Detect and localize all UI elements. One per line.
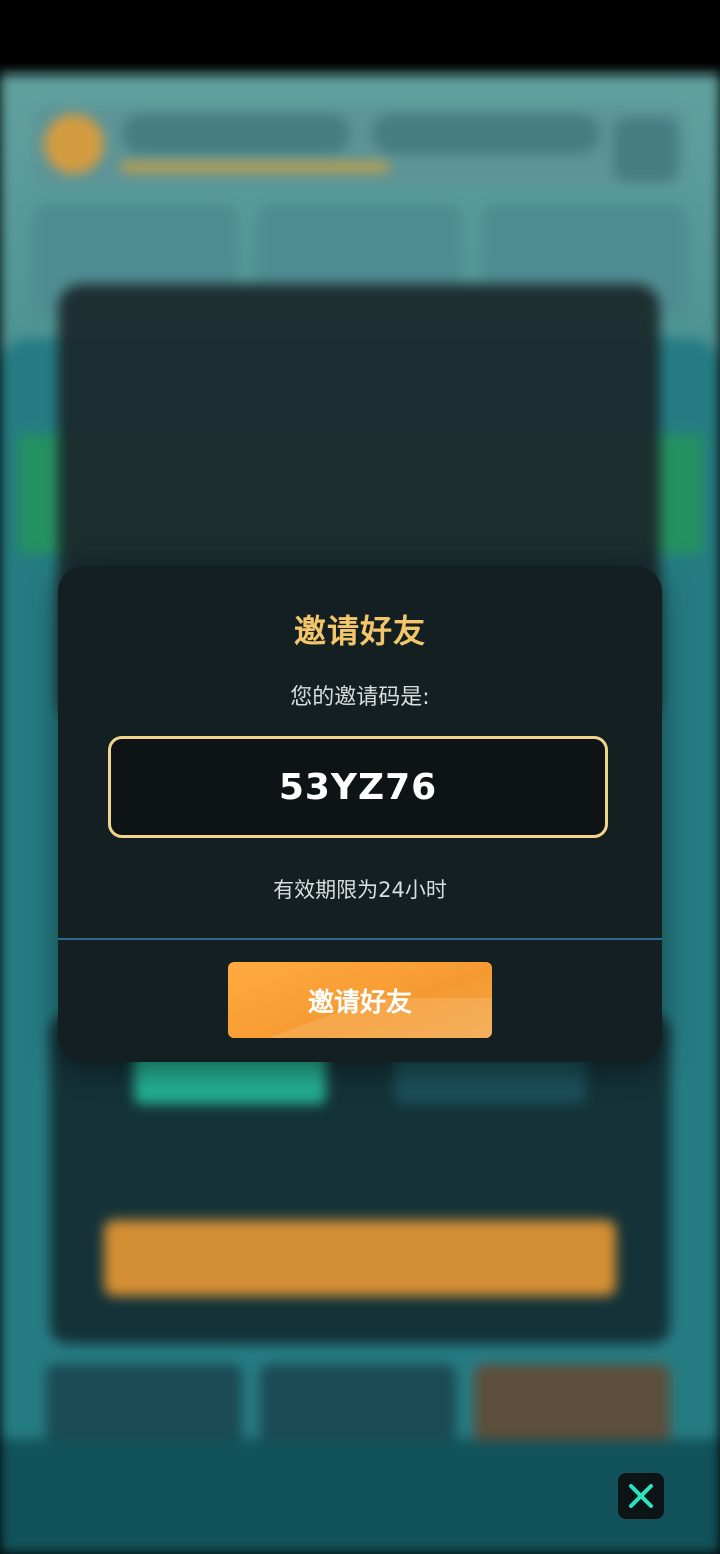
close-x-icon [629,1484,653,1508]
invite-code-label: 您的邀请码是: [290,685,430,710]
dialog-title: 邀请好友 [293,612,426,650]
invite-dialog: 邀请好友 您的邀请码是: 53YZ76 有效期限为24小时 邀请好友 [58,566,662,1062]
invite-code-value[interactable]: 53YZ76 [279,767,437,808]
status-bar [0,0,720,74]
divider [58,938,662,940]
invite-code-box[interactable]: 53YZ76 [108,736,608,838]
expiry-note: 有效期限为24小时 [273,878,447,902]
invite-friends-button-label: 邀请好友 [307,987,412,1018]
close-button[interactable] [618,1473,664,1519]
invite-friends-button[interactable]: 邀请好友 [228,962,492,1038]
screen: 邀请好友 您的邀请码是: 53YZ76 有效期限为24小时 邀请好友 [0,0,720,1554]
